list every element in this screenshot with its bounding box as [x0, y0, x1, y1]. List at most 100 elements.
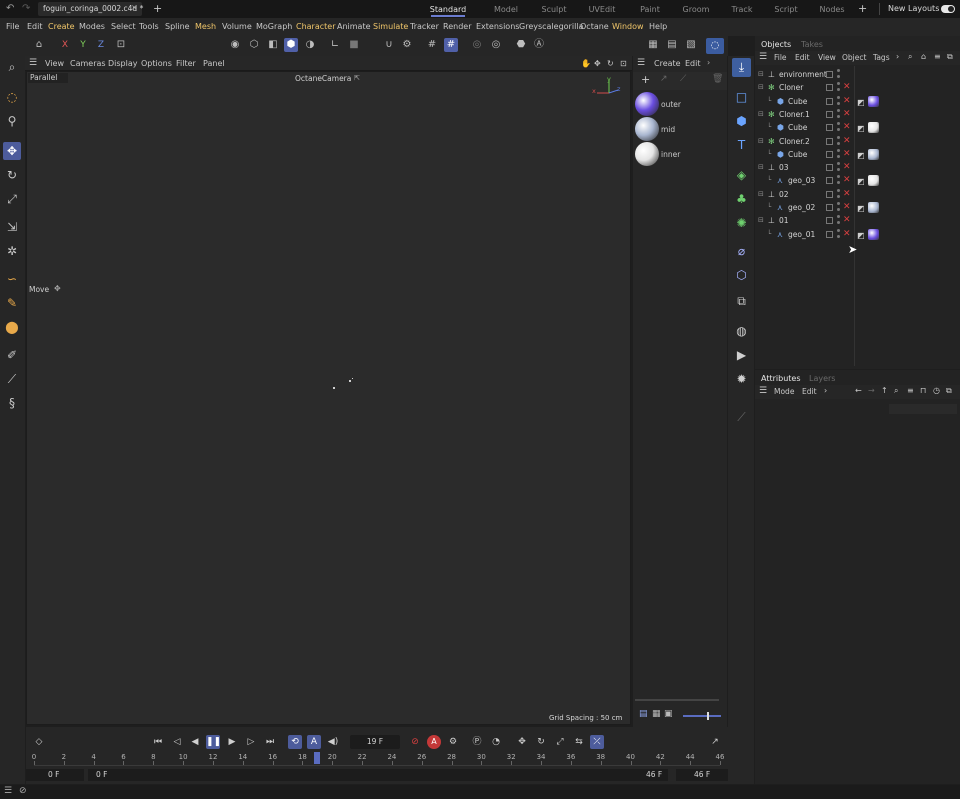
menu-animate[interactable]: Animate: [337, 21, 371, 33]
material-tag-icon[interactable]: [868, 95, 879, 107]
light-icon[interactable]: ✹: [732, 370, 751, 389]
object-name[interactable]: environment: [779, 68, 827, 81]
object-row[interactable]: ⊟ ✻ Cloner.1 ✕: [755, 108, 960, 121]
render-visibility-dot[interactable]: [837, 128, 840, 132]
rotate-view-icon[interactable]: ↻: [607, 58, 614, 69]
axis-z-lock[interactable]: Z: [94, 38, 108, 52]
layout-toggle[interactable]: [941, 5, 955, 13]
expand-icon[interactable]: ⊟: [758, 188, 764, 201]
go-to-end-icon[interactable]: ⏭: [263, 735, 277, 749]
object-row[interactable]: └ ⋏ geo_01 ✕ ◩: [755, 228, 960, 241]
object-row[interactable]: ⊟ ⊥ 02 ✕: [755, 188, 960, 201]
enable-checkbox[interactable]: [826, 204, 833, 211]
grid-view-icon[interactable]: ▦: [652, 709, 661, 719]
move-tool-icon[interactable]: ✥: [3, 142, 21, 160]
object-row[interactable]: ⊟ ⊥ environment: [755, 68, 960, 81]
attribute-search-field[interactable]: [889, 404, 957, 414]
render-visibility-dot[interactable]: [837, 181, 840, 185]
tab-layers[interactable]: Layers: [809, 373, 835, 384]
object-name[interactable]: 02: [779, 188, 789, 201]
object-row[interactable]: ⊟ ⊥ 01 ✕: [755, 214, 960, 227]
material-scrollbar[interactable]: [635, 699, 719, 701]
spline-tool-icon[interactable]: ∽: [3, 270, 21, 288]
editor-visibility-dot[interactable]: [837, 108, 840, 112]
loop-icon[interactable]: ⟲: [288, 735, 302, 749]
object-name[interactable]: 03: [779, 161, 789, 174]
axis-y-lock[interactable]: Y: [76, 38, 90, 52]
rotation-key-icon[interactable]: ↻: [534, 735, 548, 749]
menu-window[interactable]: Window: [612, 21, 644, 33]
delete-x-icon[interactable]: ✕: [843, 161, 851, 174]
render-visibility-dot[interactable]: [837, 88, 840, 92]
material-menu-icon[interactable]: ☰: [637, 58, 645, 68]
delete-x-icon[interactable]: ✕: [843, 108, 851, 121]
workspace-tab-nodes[interactable]: Nodes: [812, 3, 852, 16]
menu-select[interactable]: Select: [111, 21, 136, 33]
filter-icon[interactable]: ≡: [907, 386, 914, 395]
material-swatch-outer[interactable]: [635, 92, 659, 116]
status-check-icon[interactable]: ⊘: [19, 786, 27, 796]
object-name[interactable]: geo_01: [788, 228, 815, 241]
menu-edit[interactable]: Edit: [27, 21, 43, 33]
menu-help[interactable]: Help: [649, 21, 667, 33]
deformer-icon[interactable]: ✺: [732, 214, 751, 233]
render-picture-viewer-icon[interactable]: ▤: [665, 38, 679, 52]
enable-checkbox[interactable]: [826, 230, 833, 238]
attribute-menu-edit[interactable]: Edit: [802, 387, 817, 396]
menu-file[interactable]: File: [6, 21, 19, 33]
menu-tools[interactable]: Tools: [139, 21, 159, 33]
expand-icon[interactable]: ⊟: [758, 68, 764, 81]
object-row[interactable]: ⊟ ⊥ 03 ✕: [755, 161, 960, 174]
axis-mode-icon[interactable]: ∟: [328, 38, 342, 52]
field-icon[interactable]: ⌀: [732, 242, 751, 261]
lock-icon[interactable]: ⊓: [920, 386, 926, 395]
render-visibility-dot[interactable]: [837, 208, 840, 211]
new-tab-button[interactable]: +: [153, 2, 162, 15]
object-name[interactable]: Cube: [788, 95, 807, 108]
render-visibility-dot[interactable]: [837, 194, 840, 198]
menu-modes[interactable]: Modes: [79, 21, 105, 33]
large-view-icon[interactable]: ▣: [664, 709, 673, 719]
viewport-menu-filter[interactable]: Filter: [176, 58, 196, 69]
material-pick-icon[interactable]: ⟋: [680, 74, 686, 84]
object-menu-view[interactable]: View: [818, 53, 836, 62]
octane-live-viewer-icon[interactable]: ◌: [706, 38, 724, 54]
points-mode-icon[interactable]: ⬡: [247, 38, 261, 52]
new-layouts-button[interactable]: New Layouts: [888, 4, 939, 13]
editor-visibility-dot[interactable]: [837, 175, 840, 179]
viewport-menu-icon[interactable]: ☰: [29, 58, 37, 69]
chevron-right-icon[interactable]: ›: [896, 52, 899, 61]
workspace-tab-paint[interactable]: Paint: [630, 3, 670, 16]
viewport-menu-display[interactable]: Display: [108, 58, 138, 69]
disabled-tool-icon[interactable]: ⟋: [732, 408, 751, 427]
next-frame-icon[interactable]: ▶: [225, 735, 239, 749]
motion-record-icon[interactable]: Ⓟ: [470, 735, 484, 749]
material-tag-icon[interactable]: [868, 122, 879, 134]
object-row[interactable]: └ ⋏ geo_03 ✕ ◩: [755, 174, 960, 187]
redo-icon[interactable]: ↷: [22, 3, 30, 14]
render-region-icon[interactable]: ◎: [489, 38, 503, 52]
workspace-tab-groom[interactable]: Groom: [676, 3, 716, 16]
editor-visibility-dot[interactable]: [837, 215, 840, 219]
material-label[interactable]: outer: [661, 100, 681, 109]
rotate-tool-icon[interactable]: ↻: [3, 166, 21, 184]
status-menu-icon[interactable]: ☰: [4, 786, 12, 796]
scale-tool-icon[interactable]: ⤢: [3, 190, 21, 208]
snap-settings-icon[interactable]: ⚙: [400, 38, 414, 52]
enable-checkbox[interactable]: [826, 137, 833, 145]
playhead[interactable]: [314, 752, 321, 764]
text-spline-icon[interactable]: T: [732, 136, 751, 155]
render-visibility-dot[interactable]: [837, 75, 840, 78]
object-name[interactable]: Cloner.2: [779, 135, 810, 148]
slider-handle[interactable]: [707, 712, 709, 720]
editor-visibility-dot[interactable]: [837, 69, 840, 72]
close-tab-icon[interactable]: ×: [131, 3, 138, 12]
previous-frame-icon[interactable]: ◀: [188, 735, 202, 749]
menu-mograph[interactable]: MoGraph: [256, 21, 292, 33]
editor-visibility-dot[interactable]: [837, 162, 840, 166]
undo-icon[interactable]: ↶: [6, 3, 14, 14]
keyframe-icon[interactable]: ◇: [32, 735, 46, 749]
object-row[interactable]: └ ⬢ Cube ✕ ◩: [755, 148, 960, 161]
render-visibility-dot[interactable]: [837, 234, 840, 238]
enable-checkbox[interactable]: [826, 217, 833, 225]
